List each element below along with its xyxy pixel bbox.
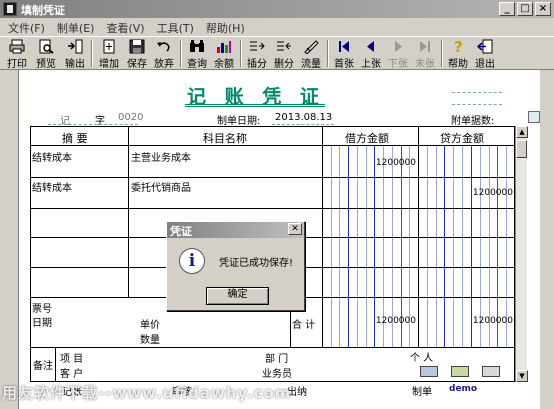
export-button[interactable]: 输出: [62, 38, 88, 70]
preview-button[interactable]: 预览: [33, 38, 59, 70]
delete-row-icon: [276, 39, 292, 54]
prev-button[interactable]: 上张: [358, 38, 384, 70]
remark-label: 备注: [33, 361, 53, 372]
project-label: 项 目: [60, 354, 84, 365]
menu-help[interactable]: 帮助(H): [202, 18, 253, 36]
qty-label: 数量: [140, 335, 160, 346]
date2-label: 日期: [32, 318, 52, 329]
scroll-thumb[interactable]: [516, 140, 527, 158]
undo-icon: [156, 39, 172, 54]
header-summary: 摘 要: [62, 132, 88, 145]
row2-subject[interactable]: 委托代销商品: [131, 179, 191, 194]
total-credit: 1200000: [472, 316, 513, 326]
dialog-message: 凭证已成功保存!: [219, 258, 294, 269]
save-success-dialog: 凭证 ✕ i 凭证已成功保存! 确定: [166, 221, 305, 311]
dialog-close-icon[interactable]: ✕: [288, 223, 302, 235]
cashflow-button[interactable]: 流量: [298, 38, 324, 70]
total-debit: 1200000: [375, 316, 416, 326]
row1-debit[interactable]: 1200000: [330, 158, 416, 168]
export-icon: [67, 39, 83, 54]
header-debit: 借方金额: [345, 132, 389, 145]
preview-icon: [38, 39, 54, 54]
close-button[interactable]: ×: [535, 2, 551, 16]
add-button[interactable]: 增加: [96, 38, 122, 70]
row2-credit[interactable]: 1200000: [425, 188, 513, 198]
add-icon: [101, 39, 117, 54]
maximize-button[interactable]: □: [517, 2, 533, 16]
query-button[interactable]: 查询: [184, 38, 210, 70]
attachment-lookup-icon[interactable]: [528, 111, 540, 123]
dept-label: 部 门: [265, 354, 289, 365]
info-icon: i: [179, 248, 205, 274]
total-label: 合 计: [292, 320, 316, 331]
save-button[interactable]: 保存: [124, 38, 150, 70]
next-button[interactable]: 下张: [385, 38, 411, 70]
person-label: 个 人: [410, 353, 434, 364]
insert-row-icon: [249, 39, 265, 54]
exit-icon: [476, 39, 493, 54]
scroll-down-icon[interactable]: ▼: [516, 370, 528, 382]
printer-icon: [9, 39, 25, 54]
exit-button[interactable]: 退出: [472, 38, 498, 70]
date-label: 制单日期:: [217, 116, 261, 127]
next-icon: [390, 39, 406, 54]
balance-chart-icon: [216, 39, 232, 54]
customer-label: 客 户: [60, 369, 84, 380]
window-title: 填制凭证: [21, 4, 65, 17]
row1-subject[interactable]: 主营业务成本: [131, 149, 191, 164]
document-icon[interactable]: [451, 366, 469, 377]
toolbar: 打印 预览 输出 增加 保存 放弃 查询 余额 插分 删分 流量 首张 上张 下…: [0, 36, 554, 70]
footer-maker-label: 制单: [412, 387, 432, 398]
voucher-window: 填制凭证 _ □ × 文件(F) 制单(E) 查看(V) 工具(T) 帮助(H)…: [0, 0, 554, 409]
dialog-title-bar: 凭证 ✕: [167, 222, 304, 238]
scroll-up-icon[interactable]: ▲: [516, 126, 528, 138]
first-icon: [336, 39, 352, 54]
insert-row-button[interactable]: 插分: [244, 38, 270, 70]
minimize-button[interactable]: _: [499, 2, 515, 16]
print-button[interactable]: 打印: [4, 38, 30, 70]
app-icon: [3, 2, 17, 16]
svg-text:?: ?: [454, 39, 463, 54]
binoculars-icon: [189, 39, 205, 54]
prev-icon: [363, 39, 379, 54]
help-icon: ?: [450, 38, 466, 56]
first-button[interactable]: 首张: [331, 38, 357, 70]
save-icon: [129, 39, 145, 54]
row1-summary[interactable]: 结转成本: [32, 149, 72, 164]
voucher-number[interactable]: 0020: [118, 112, 143, 123]
undo-button[interactable]: 放弃: [151, 38, 177, 70]
last-icon: [417, 39, 433, 54]
card-icon[interactable]: [420, 366, 438, 377]
header-subject: 科目名称: [203, 132, 247, 145]
cashflow-icon: [303, 39, 319, 55]
row2-summary[interactable]: 结转成本: [32, 179, 72, 194]
voucher-date[interactable]: 2013.08.13: [275, 112, 332, 123]
vertical-scrollbar[interactable]: ▲ ▼: [515, 126, 528, 382]
header-credit: 贷方金额: [440, 132, 484, 145]
last-button[interactable]: 末张: [412, 38, 438, 70]
balance-button[interactable]: 余额: [211, 38, 237, 70]
menu-edit[interactable]: 制单(E): [53, 18, 103, 36]
attachments-label: 附单据数:: [451, 116, 495, 127]
dialog-title: 凭证: [170, 225, 192, 238]
menu-bar: 文件(F) 制单(E) 查看(V) 工具(T) 帮助(H): [0, 18, 554, 36]
menu-view[interactable]: 查看(V): [102, 18, 152, 36]
ticket-label: 票号: [32, 304, 52, 315]
calculator-icon[interactable]: [482, 366, 500, 377]
dialog-ok-button[interactable]: 确定: [206, 287, 269, 305]
salesman-label: 业务员: [262, 369, 292, 380]
title-bar: 填制凭证 _ □ ×: [0, 0, 554, 18]
price-label: 单价: [140, 320, 160, 331]
menu-tools[interactable]: 工具(T): [153, 18, 202, 36]
delete-row-button[interactable]: 删分: [271, 38, 297, 70]
menu-file[interactable]: 文件(F): [4, 18, 53, 36]
footer-maker: demo: [449, 384, 478, 394]
help-button[interactable]: ? 帮助: [445, 38, 471, 70]
watermark: 用友软件下载--www.ufidawhy.com: [2, 384, 292, 402]
